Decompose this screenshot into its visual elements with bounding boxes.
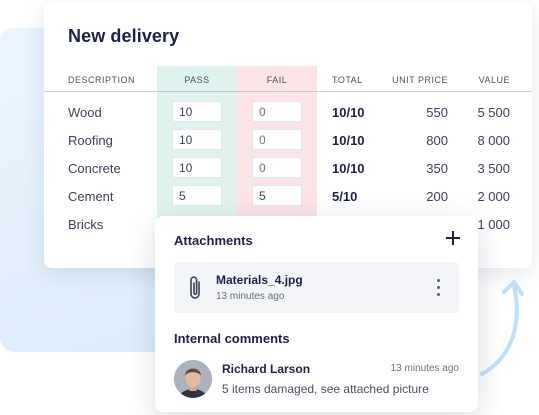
- table-header: DESCRIPTION PASS FAIL TOTAL UNIT PRICE V…: [44, 66, 532, 92]
- attachment-item[interactable]: Materials_4.jpg 13 minutes ago: [174, 262, 459, 313]
- curved-arrow-icon: [480, 280, 524, 376]
- fail-input[interactable]: [252, 157, 302, 178]
- comment-text: 5 items damaged, see attached picture: [222, 382, 429, 396]
- row-value: 2 000: [477, 189, 510, 204]
- fail-input[interactable]: [252, 101, 302, 122]
- row-description: Bricks: [68, 217, 104, 232]
- attachments-panel: Attachments Materials_4.jpg 13 minutes a…: [155, 216, 478, 412]
- attachment-time: 13 minutes ago: [216, 291, 285, 302]
- row-description: Wood: [68, 105, 102, 120]
- header-value: VALUE: [478, 75, 510, 85]
- row-description: Concrete: [68, 161, 121, 176]
- header-unit-price: UNIT PRICE: [392, 75, 448, 85]
- row-total: 10/10: [332, 133, 365, 148]
- page-title: New delivery: [68, 26, 180, 46]
- row-description: Roofing: [68, 133, 113, 148]
- row-value: 5 500: [477, 105, 510, 120]
- table-row: Concrete 10/10 350 3 500: [44, 154, 532, 182]
- fail-input[interactable]: [252, 185, 302, 206]
- paperclip-icon: [190, 276, 200, 299]
- comment-time: 13 minutes ago: [390, 363, 459, 374]
- row-total: 10/10: [332, 105, 365, 120]
- header-pass: PASS: [184, 75, 210, 85]
- row-value: 8 000: [477, 133, 510, 148]
- pass-input[interactable]: [172, 157, 222, 178]
- pass-input[interactable]: [172, 101, 222, 122]
- row-value: 3 500: [477, 161, 510, 176]
- row-unit-price: 200: [426, 189, 448, 204]
- pass-input[interactable]: [172, 129, 222, 150]
- row-unit-price: 350: [426, 161, 448, 176]
- header-fail: FAIL: [266, 75, 288, 85]
- row-description: Cement: [68, 189, 114, 204]
- table-row: Wood 10/10 550 5 500: [44, 98, 532, 126]
- row-unit-price: 800: [426, 133, 448, 148]
- header-description: DESCRIPTION: [68, 75, 136, 85]
- comments-title: Internal comments: [174, 331, 290, 346]
- avatar: [174, 360, 212, 398]
- table-row: Roofing 10/10 800 8 000: [44, 126, 532, 154]
- more-vertical-icon[interactable]: [435, 277, 443, 299]
- row-unit-price: 550: [426, 105, 448, 120]
- fail-input[interactable]: [252, 129, 302, 150]
- table-row: Cement 5/10 200 2 000: [44, 182, 532, 210]
- attachment-file-name: Materials_4.jpg: [216, 273, 303, 287]
- pass-input[interactable]: [172, 185, 222, 206]
- header-total: TOTAL: [332, 75, 363, 85]
- attachments-title: Attachments: [174, 233, 253, 248]
- row-total: 10/10: [332, 161, 365, 176]
- add-icon[interactable]: [445, 230, 461, 246]
- row-total: 5/10: [332, 189, 358, 204]
- comment-author: Richard Larson: [222, 362, 311, 376]
